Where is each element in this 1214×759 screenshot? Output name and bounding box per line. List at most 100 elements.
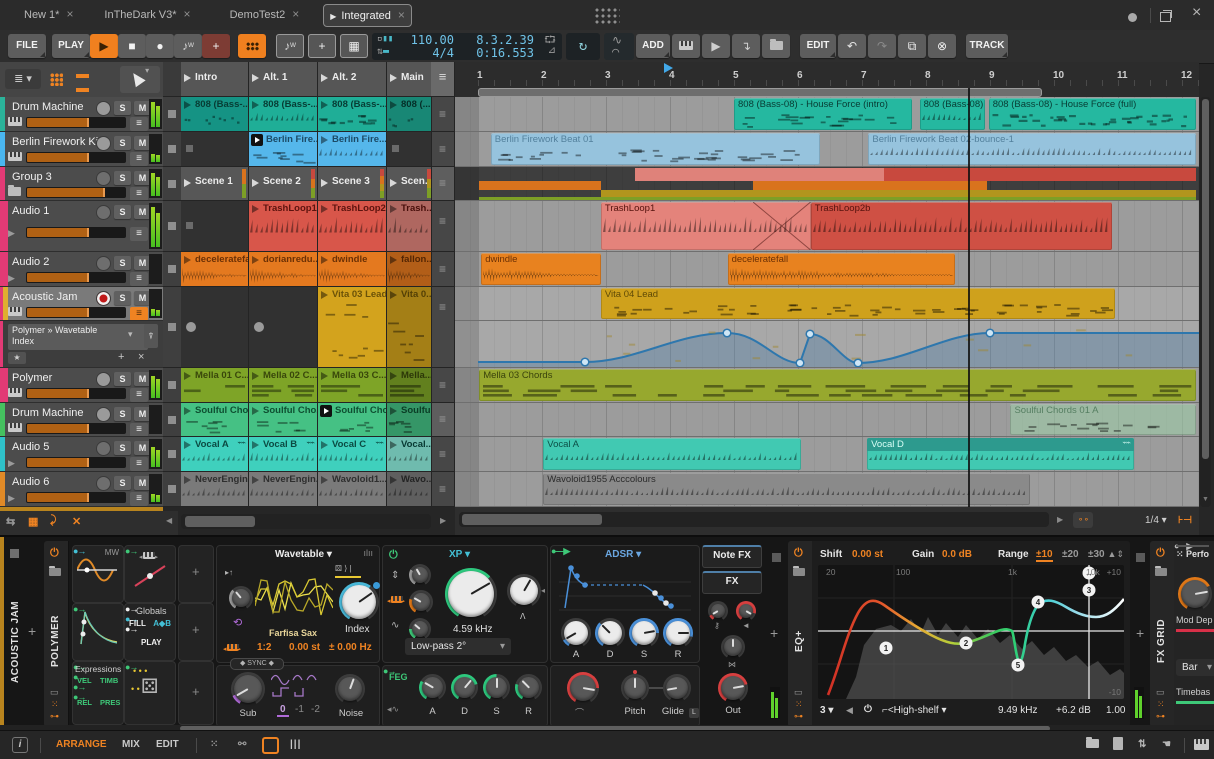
scene-options-header[interactable]: ≡	[431, 62, 455, 97]
play-menu-button[interactable]: PLAY	[52, 34, 90, 58]
return-arrangement-icon[interactable]: ⤸	[50, 514, 57, 527]
arranger-ruler[interactable]: 1 2 3 4 5 6 7 8 9 10 11 12	[455, 62, 1199, 98]
play-button[interactable]: ▶	[90, 34, 118, 58]
filter-lfo-icon[interactable]: ∿	[391, 620, 399, 631]
tab-close-icon[interactable]: ×	[292, 7, 299, 21]
track-header[interactable]: Berlin Firework Kit S M ≡	[0, 132, 163, 167]
filter-power-icon[interactable]: ⏻	[389, 549, 398, 562]
arm-button[interactable]	[96, 256, 111, 271]
tab-mix[interactable]: MIX	[122, 739, 140, 750]
clip-stop-cell[interactable]	[163, 287, 182, 368]
scene-row-options[interactable]: ≡	[431, 472, 455, 507]
filter-mode-dropdown[interactable]: Low-pass 2°	[405, 638, 511, 655]
play-label[interactable]: PLAY	[141, 638, 162, 647]
scene-cell[interactable]: Scen...	[387, 167, 432, 201]
device-view-toggle[interactable]	[262, 737, 279, 754]
volume-fader[interactable]	[26, 272, 126, 283]
clip-cell[interactable]: deceleratefall	[181, 252, 249, 287]
document-tab[interactable]: ▶ Integrated ×	[323, 4, 412, 27]
device-remote-icon[interactable]: ▭	[1156, 687, 1165, 698]
clip-cell[interactable]: 808 (Bass-...	[318, 97, 387, 132]
arranger-clip[interactable]: deceleratefall	[727, 253, 955, 285]
clip-stop-cell[interactable]	[163, 252, 182, 287]
knob[interactable]	[409, 590, 433, 614]
device-modroute-icon[interactable]: ⊶	[50, 711, 59, 722]
solo-button[interactable]: S	[114, 171, 131, 185]
device-power-icon[interactable]: ⏻	[50, 547, 59, 560]
modulator-tile[interactable]: ●→	[72, 603, 124, 661]
clip-stop-cell[interactable]	[163, 403, 182, 437]
knob[interactable]	[663, 674, 691, 702]
scene-launch-cell[interactable]: Intro	[181, 62, 249, 97]
track-options-button[interactable]: ≡	[130, 423, 148, 436]
scene-row-options[interactable]: ≡	[431, 201, 455, 252]
knob[interactable]	[708, 601, 728, 621]
knob[interactable]	[507, 574, 541, 608]
metronome-icon[interactable]: ⊿	[548, 45, 556, 56]
arm-button[interactable]	[96, 291, 111, 306]
arm-button[interactable]	[96, 205, 111, 220]
knob[interactable]	[483, 674, 510, 701]
track-header[interactable]: Drum Machine S M ≡	[0, 403, 163, 437]
filter-keytrack-icon[interactable]: ⇕	[391, 570, 399, 581]
track-height-menu-button[interactable]: ≣ ▾	[5, 69, 41, 89]
sub-octave-0[interactable]: 0	[277, 704, 289, 717]
document-tab[interactable]: New 1* ×	[18, 4, 79, 25]
arranger-clip[interactable]: TrashLoop2b	[810, 202, 1112, 250]
expression-label[interactable]: REL	[77, 698, 92, 707]
automation-point[interactable]	[853, 358, 863, 367]
drum-machine-mode-button[interactable]	[238, 34, 266, 58]
empty-clip-slot[interactable]	[181, 132, 249, 167]
clip-cell[interactable]: Mella...	[387, 368, 432, 403]
knob[interactable]	[721, 635, 745, 659]
undo-button[interactable]: ↶	[838, 34, 866, 58]
automation-curve-buttons[interactable]: ∿ ⌒	[604, 33, 634, 60]
device-power-icon[interactable]: ⏻	[794, 547, 803, 560]
add-device-button[interactable]: +	[770, 625, 778, 641]
clip-cell[interactable]: Wavo...	[387, 472, 432, 507]
track-header[interactable]: Audio 1 S M ▶ ≡	[0, 201, 163, 252]
stop-button[interactable]: ■	[118, 34, 146, 58]
automation-point[interactable]	[985, 328, 995, 338]
scene-row-options[interactable]: ≡	[431, 167, 455, 201]
arranger-clip[interactable]: Soulful Chords 01 A	[1010, 404, 1196, 435]
scene-launch-cell[interactable]: Alt. 2	[318, 62, 387, 97]
io-routing-icon[interactable]: ⇅	[1138, 739, 1146, 750]
env-type-dropdown[interactable]: ADSR ▾	[605, 549, 641, 560]
clip-cell[interactable]: Vocal C ⌁⌁	[318, 437, 387, 472]
add-device-start-button[interactable]: +	[28, 623, 36, 639]
fx-button[interactable]: FX	[702, 571, 762, 594]
edit-menu-button[interactable]: EDIT	[800, 34, 836, 58]
tab-close-icon[interactable]: ×	[184, 7, 191, 21]
knob[interactable]	[663, 618, 693, 648]
scene-row-options[interactable]: ≡	[431, 252, 455, 287]
arm-button[interactable]	[96, 441, 111, 456]
eq-band-gain-value[interactable]: +6.2 dB	[1056, 705, 1091, 716]
track-options-button[interactable]: ≡	[130, 457, 148, 471]
feg-label[interactable]: FEG	[389, 672, 408, 682]
clip-cell[interactable]: Mella 02 C...	[249, 368, 318, 403]
loop-block-icon[interactable]: ▫▮▮	[377, 34, 393, 44]
add-menu-button[interactable]: ADD	[636, 34, 670, 58]
automation-target-selector[interactable]: Polymer » Wavetable Index	[8, 324, 148, 350]
record-indicator-icon[interactable]	[1128, 10, 1137, 25]
add-group-icon[interactable]	[762, 34, 790, 58]
track-options-button[interactable]: ≡	[130, 388, 148, 402]
position-bars[interactable]: 8.3.2.39	[476, 33, 534, 47]
arranger-clip[interactable]: Berlin Firework Beat 01	[490, 133, 821, 165]
track-header[interactable]: Audio 2 S M ▶ ≡	[0, 252, 163, 287]
filter-cutoff-value[interactable]: 4.59 kHz	[453, 624, 492, 635]
fill-label[interactable]: FILL	[129, 619, 146, 628]
track-options-button[interactable]: ≡	[130, 307, 148, 320]
automation-write-button[interactable]: ♪ʷ	[276, 34, 304, 58]
volume-fader[interactable]	[26, 388, 126, 399]
eq-band-listen-icon[interactable]: ◀	[846, 705, 853, 716]
knob[interactable]	[451, 674, 478, 701]
knob[interactable]	[339, 582, 379, 622]
close-window-icon[interactable]: ×	[1192, 5, 1201, 21]
play-start-marker-icon[interactable]	[664, 63, 673, 73]
fxgrid-bar-dropdown[interactable]: Bar	[1176, 659, 1214, 676]
volume-fader[interactable]	[26, 423, 126, 434]
scene-cell[interactable]: Scene 1	[181, 167, 249, 201]
knob[interactable]	[736, 601, 756, 621]
